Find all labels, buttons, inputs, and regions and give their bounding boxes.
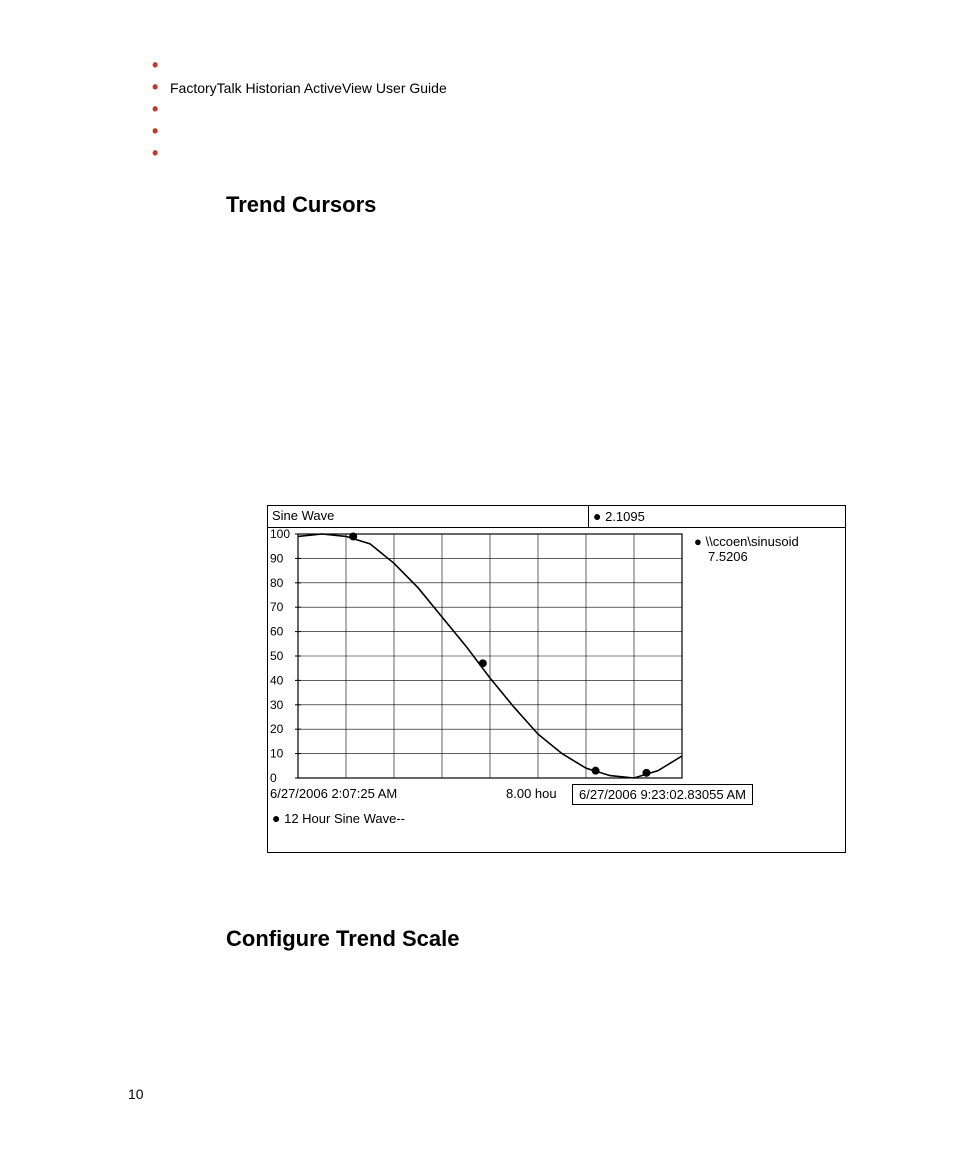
svg-text:0: 0 bbox=[270, 771, 277, 784]
chart-title: Sine Wave bbox=[268, 506, 588, 527]
svg-text:10: 10 bbox=[270, 747, 284, 761]
svg-text:20: 20 bbox=[270, 722, 284, 736]
legend-value: 7.5206 bbox=[694, 549, 839, 564]
document-page: ••••• FactoryTalk Historian ActiveView U… bbox=[0, 0, 954, 1164]
chart-title-row: Sine Wave ● 2.1095 bbox=[268, 506, 845, 528]
page-number: 10 bbox=[128, 1086, 144, 1102]
bullet-icon: ● bbox=[694, 534, 702, 549]
bullet-icon: ● bbox=[272, 810, 280, 826]
chart-svg: 1009080706050403020100 bbox=[268, 528, 688, 784]
trend-chart-figure: Sine Wave ● 2.1095 100908070605040302010… bbox=[267, 505, 846, 853]
svg-text:100: 100 bbox=[270, 528, 290, 541]
chart-cursor-timestamp-box[interactable]: 6/27/2006 9:23:02.83055 AM bbox=[572, 784, 753, 805]
legend-tag: \\ccoen\sinusoid bbox=[705, 534, 798, 549]
svg-text:50: 50 bbox=[270, 649, 284, 663]
chart-footer-desc: 12 Hour Sine Wave-- bbox=[284, 811, 405, 826]
chart-footer: ● 12 Hour Sine Wave-- bbox=[268, 808, 845, 834]
svg-text:30: 30 bbox=[270, 698, 284, 712]
chart-time-row: 6/27/2006 2:07:25 AM 8.00 hou 6/27/2006 … bbox=[268, 784, 688, 808]
svg-text:90: 90 bbox=[270, 551, 284, 565]
bullet-icon: ● bbox=[593, 508, 601, 524]
chart-span-text: 8.00 hou bbox=[506, 786, 557, 801]
bullet-decoration: ••••• bbox=[152, 54, 158, 164]
running-header: FactoryTalk Historian ActiveView User Gu… bbox=[170, 80, 447, 96]
svg-text:70: 70 bbox=[270, 600, 284, 614]
svg-text:40: 40 bbox=[270, 673, 284, 687]
chart-cursor-value-box: ● 2.1095 bbox=[588, 506, 845, 527]
chart-plot-area[interactable]: 1009080706050403020100 bbox=[268, 528, 688, 784]
section-heading-trend-cursors: Trend Cursors bbox=[226, 192, 376, 218]
chart-start-time: 6/27/2006 2:07:25 AM bbox=[270, 786, 397, 801]
chart-cursor-value: 2.1095 bbox=[605, 509, 645, 524]
svg-text:80: 80 bbox=[270, 576, 284, 590]
svg-text:60: 60 bbox=[270, 625, 284, 639]
chart-legend: ● \\ccoen\sinusoid 7.5206 bbox=[688, 528, 845, 808]
section-heading-configure-trend-scale: Configure Trend Scale bbox=[226, 926, 460, 952]
